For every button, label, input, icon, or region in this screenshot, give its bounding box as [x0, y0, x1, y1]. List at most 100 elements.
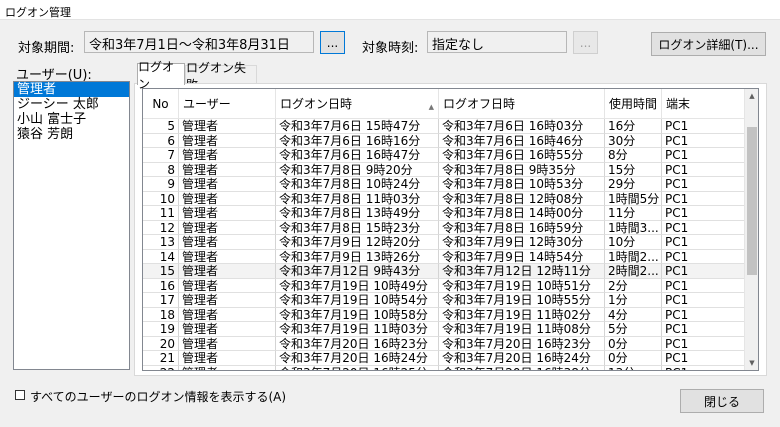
table-cell: 2時間2...: [605, 264, 662, 279]
table-row[interactable]: 21 管理者 令和3年7月20日 16時24分 令和3年7月20日 16時24分 0分 P…: [143, 351, 746, 366]
table-cell: 令和3年7月20日 16時25分: [276, 365, 439, 370]
table-cell: 令和3年7月19日 11時02分: [439, 307, 605, 322]
scroll-down-icon[interactable]: ▼: [745, 356, 758, 370]
table-cell: 令和3年7月8日 13時49分: [276, 206, 439, 221]
table-row[interactable]: 10 管理者 令和3年7月8日 11時03分 令和3年7月8日 12時08分 1時間5分…: [143, 191, 746, 206]
user-list[interactable]: 管理者 ジーシー 太郎 小山 富士子 猿谷 芳朗: [13, 81, 130, 370]
table-cell: 13: [143, 235, 179, 250]
scrollbar-thumb[interactable]: [747, 127, 757, 275]
time-picker-button[interactable]: ...: [573, 31, 598, 54]
table-row[interactable]: 15 管理者 令和3年7月12日 9時43分 令和3年7月12日 12時11分 2時間2…: [143, 264, 746, 279]
table-cell: 令和3年7月6日 15時47分: [276, 119, 439, 134]
column-header-no[interactable]: No: [143, 89, 179, 119]
table-cell: 令和3年7月9日 13時26分: [276, 249, 439, 264]
tab-logon[interactable]: ログオン: [137, 60, 185, 91]
table-cell: 0分: [605, 351, 662, 366]
scroll-up-icon[interactable]: ▲: [745, 89, 758, 103]
table-cell: 16分: [605, 119, 662, 134]
table-cell: 令和3年7月6日 16時16分: [276, 133, 439, 148]
table-row[interactable]: 19 管理者 令和3年7月19日 11時03分 令和3年7月19日 11時08分 5分 P…: [143, 322, 746, 337]
column-header-user[interactable]: ユーザー: [179, 89, 276, 119]
time-field: 指定なし: [427, 31, 567, 53]
table-cell: 30分: [605, 133, 662, 148]
table-cell: 管理者: [179, 191, 276, 206]
table-cell: 令和3年7月6日 16時46分: [439, 133, 605, 148]
table-cell: 令和3年7月9日 12時30分: [439, 235, 605, 250]
close-button[interactable]: 閉じる: [680, 389, 764, 413]
table-row[interactable]: 11 管理者 令和3年7月8日 13時49分 令和3年7月8日 14時00分 11分 PC…: [143, 206, 746, 221]
period-picker-button[interactable]: ...: [320, 31, 345, 54]
table-cell: 18: [143, 307, 179, 322]
table-cell: 19: [143, 322, 179, 337]
table-row[interactable]: 20 管理者 令和3年7月20日 16時23分 令和3年7月20日 16時23分 0分 P…: [143, 336, 746, 351]
table-row[interactable]: 13 管理者 令和3年7月9日 12時20分 令和3年7月9日 12時30分 10分 PC…: [143, 235, 746, 250]
column-header-terminal[interactable]: 端末: [662, 89, 746, 119]
table-cell: 16: [143, 278, 179, 293]
logon-table[interactable]: No ユーザー ログオン日時 ▲ ログオフ日時 使用時間 端末 5 管理者 令和3年…: [142, 88, 759, 371]
table-cell: 令和3年7月12日 9時43分: [276, 264, 439, 279]
table-cell: 22: [143, 365, 179, 370]
user-list-item[interactable]: 猿谷 芳朗: [14, 127, 129, 142]
table-row[interactable]: 9 管理者 令和3年7月8日 10時24分 令和3年7月8日 10時53分 29分 PC1: [143, 177, 746, 192]
table-cell: PC1: [662, 264, 746, 279]
user-list-item[interactable]: 管理者: [14, 82, 129, 97]
table-cell: 管理者: [179, 351, 276, 366]
table-cell: 1時間2...: [605, 249, 662, 264]
table-cell: 4分: [605, 307, 662, 322]
table-cell: 1時間3...: [605, 220, 662, 235]
vertical-scrollbar[interactable]: ▲ ▼: [744, 89, 758, 370]
period-field: 令和3年7月1日～令和3年8月31日: [84, 31, 314, 53]
table-row[interactable]: 12 管理者 令和3年7月8日 15時23分 令和3年7月8日 16時59分 1時間3.…: [143, 220, 746, 235]
user-list-item[interactable]: 小山 富士子: [14, 112, 129, 127]
table-cell: 1時間5分: [605, 191, 662, 206]
table-row[interactable]: 16 管理者 令和3年7月19日 10時49分 令和3年7月19日 10時51分 2分 P…: [143, 278, 746, 293]
time-label: 対象時刻:: [362, 41, 419, 56]
table-cell: 令和3年7月8日 15時23分: [276, 220, 439, 235]
table-cell: PC1: [662, 322, 746, 337]
table-header: No ユーザー ログオン日時 ▲ ログオフ日時 使用時間 端末: [143, 89, 746, 119]
show-all-users-label[interactable]: すべてのユーザーのログオン情報を表示する(A): [30, 388, 286, 405]
table-cell: 20: [143, 336, 179, 351]
table-cell: 5分: [605, 322, 662, 337]
tab-logon-failed[interactable]: ログオン失敗: [185, 61, 257, 92]
table-cell: 管理者: [179, 336, 276, 351]
table-cell: PC1: [662, 365, 746, 370]
table-cell: 管理者: [179, 365, 276, 370]
table-row[interactable]: 17 管理者 令和3年7月19日 10時54分 令和3年7月19日 10時55分 1分 P…: [143, 293, 746, 308]
sort-ascending-icon: ▲: [428, 103, 434, 111]
table-cell: PC1: [662, 278, 746, 293]
column-header-usage-time[interactable]: 使用時間: [605, 89, 662, 119]
user-list-item[interactable]: ジーシー 太郎: [14, 97, 129, 112]
table-row[interactable]: 18 管理者 令和3年7月19日 10時58分 令和3年7月19日 11時02分 4分 P…: [143, 307, 746, 322]
table-cell: 令和3年7月9日 14時54分: [439, 249, 605, 264]
table-cell: 令和3年7月8日 9時35分: [439, 162, 605, 177]
table-cell: 令和3年7月20日 16時23分: [439, 336, 605, 351]
table-cell: PC1: [662, 191, 746, 206]
table-cell: 管理者: [179, 119, 276, 134]
table-cell: 令和3年7月19日 11時03分: [276, 322, 439, 337]
table-cell: 管理者: [179, 177, 276, 192]
show-all-users-checkbox[interactable]: [15, 390, 25, 400]
table-cell: 8: [143, 162, 179, 177]
table-row[interactable]: 7 管理者 令和3年7月6日 16時47分 令和3年7月6日 16時55分 8分 PC1: [143, 148, 746, 163]
title-bar: ログオン管理: [0, 0, 780, 20]
table-cell: 0分: [605, 336, 662, 351]
table-row[interactable]: 14 管理者 令和3年7月9日 13時26分 令和3年7月9日 14時54分 1時間2.…: [143, 249, 746, 264]
logon-detail-button[interactable]: ログオン詳細(T)...: [651, 32, 766, 56]
period-label: 対象期間:: [18, 41, 75, 56]
table-row[interactable]: 5 管理者 令和3年7月6日 15時47分 令和3年7月6日 16時03分 16分 PC1: [143, 119, 746, 134]
table-row[interactable]: 8 管理者 令和3年7月8日 9時20分 令和3年7月8日 9時35分 15分 PC1: [143, 162, 746, 177]
table-cell: 令和3年7月20日 16時38分: [439, 365, 605, 370]
table-row[interactable]: 22管理者令和3年7月20日 16時25分令和3年7月20日 16時38分13分…: [143, 365, 746, 370]
table-cell: PC1: [662, 206, 746, 221]
column-header-logon-time[interactable]: ログオン日時 ▲: [276, 89, 439, 119]
table-cell: 令和3年7月8日 10時53分: [439, 177, 605, 192]
table-cell: PC1: [662, 148, 746, 163]
table-cell: PC1: [662, 119, 746, 134]
column-header-logoff-time[interactable]: ログオフ日時: [439, 89, 605, 119]
table-row[interactable]: 6 管理者 令和3年7月6日 16時16分 令和3年7月6日 16時46分 30分 PC1: [143, 133, 746, 148]
table-cell: 10: [143, 191, 179, 206]
table-cell: 2分: [605, 278, 662, 293]
table-cell: 管理者: [179, 162, 276, 177]
table-cell: 13分: [605, 365, 662, 370]
